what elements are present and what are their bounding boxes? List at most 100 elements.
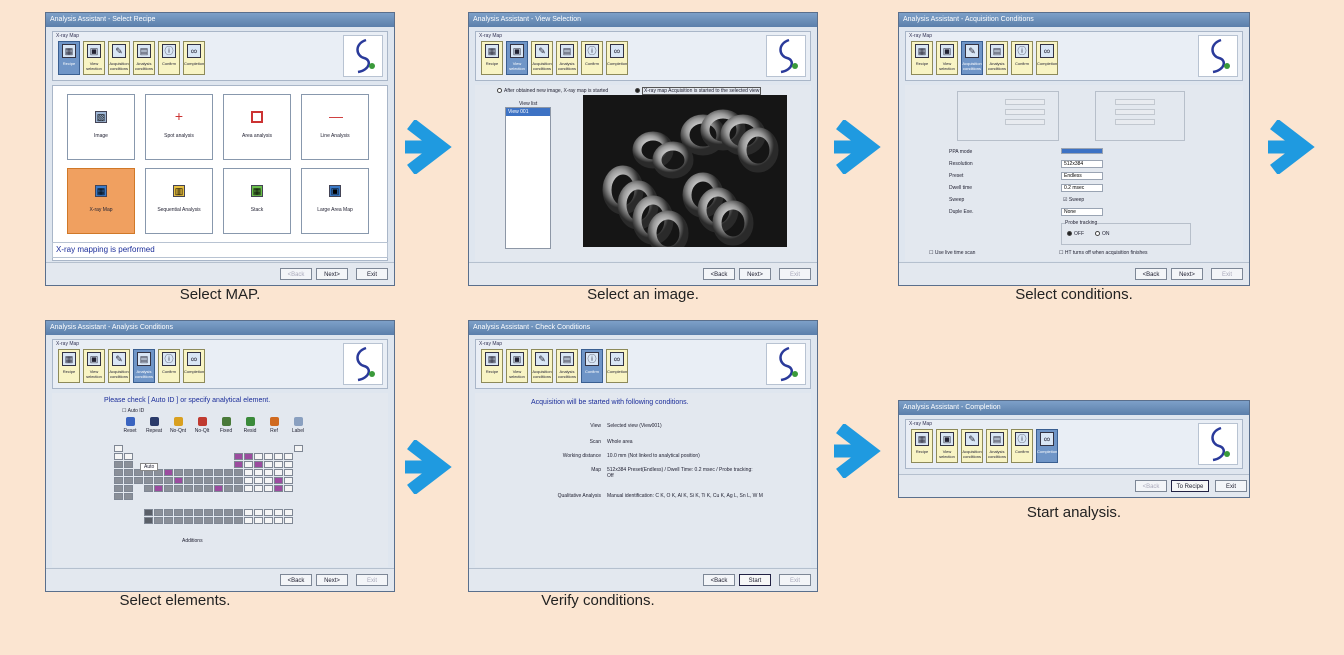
probe-off-radio[interactable]: OFF <box>1067 231 1084 237</box>
resolution-select[interactable]: 512x384 <box>1061 160 1103 168</box>
element-cell[interactable] <box>234 453 243 460</box>
element-cell[interactable] <box>194 477 203 484</box>
element-cell[interactable] <box>204 509 213 516</box>
element-cell[interactable] <box>244 469 253 476</box>
element-cell[interactable] <box>254 509 263 516</box>
fixed-button[interactable]: Fixed <box>214 416 238 438</box>
periodic-table[interactable] <box>114 445 304 535</box>
element-cell[interactable] <box>234 517 243 524</box>
step-view-selection-button[interactable]: ▣ View selection <box>936 41 958 75</box>
exit-button[interactable]: Exit <box>1215 480 1247 492</box>
element-cell[interactable] <box>284 485 293 492</box>
element-cell[interactable] <box>254 469 263 476</box>
no-qnt-button[interactable]: No-Qnt <box>166 416 190 438</box>
step-recipe-button[interactable]: ▦ Recipe <box>58 41 80 75</box>
element-cell[interactable] <box>184 477 193 484</box>
recipe-tile-image[interactable]: ▧ Image <box>67 94 135 160</box>
element-cell[interactable] <box>214 469 223 476</box>
element-cell[interactable] <box>184 517 193 524</box>
to-recipe-button[interactable]: To Recipe <box>1171 480 1209 492</box>
element-cell[interactable] <box>274 461 283 468</box>
element-cell[interactable] <box>264 485 273 492</box>
element-cell[interactable] <box>124 493 133 500</box>
live-time-checkbox[interactable]: ☐ Use live time scan <box>929 250 975 256</box>
dwell-time-select[interactable]: 0.2 msec <box>1061 184 1103 192</box>
element-cell[interactable] <box>114 453 123 460</box>
step-confirm-button[interactable]: ⓘ Confirm <box>1011 41 1033 75</box>
element-cell[interactable] <box>254 453 263 460</box>
recipe-tile-sequential-analysis[interactable]: ▥ Sequential Analysis <box>145 168 213 234</box>
element-cell[interactable] <box>234 477 243 484</box>
element-cell[interactable] <box>124 469 133 476</box>
element-cell[interactable] <box>124 453 133 460</box>
element-cell[interactable] <box>184 469 193 476</box>
view-list-item[interactable]: View 001 <box>506 108 550 116</box>
step-recipe-button[interactable]: ▦ Recipe <box>481 41 503 75</box>
radio-selected-view[interactable]: X-ray map Acquisition is started to the … <box>635 87 762 95</box>
step-recipe-button[interactable]: ▦ Recipe <box>911 41 933 75</box>
element-cell[interactable] <box>234 461 243 468</box>
back-button[interactable]: <Back <box>1135 268 1167 280</box>
exit-button[interactable]: Exit <box>356 574 388 586</box>
element-cell[interactable] <box>244 509 253 516</box>
element-cell[interactable] <box>154 517 163 524</box>
exit-button[interactable]: Exit <box>779 268 811 280</box>
start-button[interactable]: Start <box>739 574 771 586</box>
element-cell[interactable] <box>204 477 213 484</box>
duple-exe-select[interactable]: None <box>1061 208 1103 216</box>
element-cell[interactable] <box>214 517 223 524</box>
element-cell[interactable] <box>284 509 293 516</box>
step-completion-button[interactable]: ∞ Completion <box>606 349 628 383</box>
step-view-selection-button[interactable]: ▣ View selection <box>83 41 105 75</box>
element-cell[interactable] <box>164 477 173 484</box>
element-cell[interactable] <box>194 509 203 516</box>
element-cell[interactable] <box>274 517 283 524</box>
step-acquisition-button[interactable]: ✎ Acquisition conditions <box>108 349 130 383</box>
next-button[interactable]: Next> <box>1171 268 1203 280</box>
element-cell[interactable] <box>244 477 253 484</box>
element-cell[interactable] <box>294 445 303 452</box>
step-analysis-button[interactable]: ▤ Analysis conditions <box>133 41 155 75</box>
element-cell[interactable] <box>264 461 273 468</box>
element-cell[interactable] <box>124 477 133 484</box>
step-analysis-button[interactable]: ▤ Analysis conditions <box>133 349 155 383</box>
step-analysis-button[interactable]: ▤ Analysis conditions <box>556 41 578 75</box>
no-qlt-button[interactable]: No-Qlt <box>190 416 214 438</box>
resid-button[interactable]: Resid <box>238 416 262 438</box>
step-completion-button[interactable]: ∞ Completion <box>1036 41 1058 75</box>
element-cell[interactable] <box>274 453 283 460</box>
ref-button[interactable]: Ref <box>262 416 286 438</box>
element-cell[interactable] <box>274 477 283 484</box>
label-button[interactable]: Label <box>286 416 310 438</box>
element-cell[interactable] <box>114 493 123 500</box>
step-view-selection-button[interactable]: ▣ View selection <box>83 349 105 383</box>
recipe-tile-x-ray-map[interactable]: ▦ X-ray Map <box>67 168 135 234</box>
element-cell[interactable] <box>124 485 133 492</box>
element-cell[interactable] <box>134 477 143 484</box>
element-cell[interactable] <box>154 477 163 484</box>
step-analysis-button[interactable]: ▤ Analysis conditions <box>986 429 1008 463</box>
element-cell[interactable] <box>284 469 293 476</box>
step-completion-button[interactable]: ∞ Completion <box>606 41 628 75</box>
element-cell[interactable] <box>214 485 223 492</box>
element-cell[interactable] <box>224 509 233 516</box>
back-button[interactable]: <Back <box>1135 480 1167 492</box>
ppa-mode-select[interactable] <box>1061 148 1103 154</box>
step-completion-button[interactable]: ∞ Completion <box>183 41 205 75</box>
step-acquisition-button[interactable]: ✎ Acquisition conditions <box>531 41 553 75</box>
element-cell[interactable] <box>214 477 223 484</box>
element-cell[interactable] <box>244 453 253 460</box>
element-cell[interactable] <box>184 485 193 492</box>
step-confirm-button[interactable]: ⓘ Confirm <box>581 349 603 383</box>
preset-select[interactable]: Endless <box>1061 172 1103 180</box>
element-cell[interactable] <box>174 485 183 492</box>
recipe-tile-line-analysis[interactable]: — Line Analysis <box>301 94 369 160</box>
step-recipe-button[interactable]: ▦ Recipe <box>481 349 503 383</box>
element-cell[interactable] <box>264 517 273 524</box>
element-cell[interactable] <box>144 485 153 492</box>
step-completion-button[interactable]: ∞ Completion <box>183 349 205 383</box>
radio-new-image[interactable]: After obtained new image, X-ray map is s… <box>497 88 608 94</box>
back-button[interactable]: <Back <box>280 268 312 280</box>
element-cell[interactable] <box>114 477 123 484</box>
element-cell[interactable] <box>284 453 293 460</box>
